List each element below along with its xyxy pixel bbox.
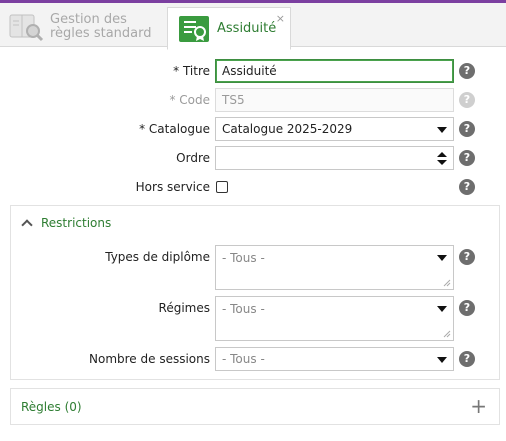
types-diplome-select[interactable]: - Tous -	[215, 245, 454, 290]
resize-handle-icon[interactable]	[443, 330, 451, 338]
regles-panel[interactable]: Règles (0) +	[10, 388, 500, 425]
tab-gestion-label-line1: Gestion des	[50, 12, 127, 27]
nombre-sessions-select[interactable]: - Tous -	[215, 347, 454, 371]
regles-header[interactable]: Règles (0)	[11, 389, 499, 424]
nombre-sessions-row: Nombre de sessions - Tous - ?	[0, 347, 506, 371]
regimes-value: - Tous -	[222, 302, 265, 316]
titre-input[interactable]: Assiduité	[215, 59, 454, 83]
tab-gestion-label: Gestion des règles standard	[50, 13, 152, 41]
book-search-icon	[9, 14, 44, 42]
ordre-number-input[interactable]	[215, 146, 454, 170]
add-icon[interactable]: +	[470, 396, 487, 416]
nombre-sessions-label: Nombre de sessions	[89, 352, 210, 366]
types-diplome-row: Types de diplôme - Tous - ?	[0, 245, 506, 290]
help-icon[interactable]: ?	[459, 179, 475, 195]
help-icon[interactable]: ?	[459, 300, 475, 316]
chevron-down-icon	[437, 357, 447, 363]
catalogue-row: * Catalogue Catalogue 2025-2029 ?	[0, 117, 506, 141]
titre-label: * Titre	[173, 64, 210, 78]
close-icon[interactable]: ×	[276, 12, 285, 25]
hors-service-label: Hors service	[135, 180, 210, 194]
hors-service-checkbox[interactable]	[216, 181, 228, 193]
chevron-up-icon	[21, 219, 33, 231]
catalogue-value: Catalogue 2025-2029	[222, 122, 353, 136]
catalogue-select[interactable]: Catalogue 2025-2029	[215, 117, 454, 141]
spin-up-icon[interactable]	[437, 152, 447, 157]
list-badge-icon	[179, 15, 209, 42]
nombre-sessions-value: - Tous -	[222, 352, 265, 366]
regimes-label: Régimes	[158, 301, 210, 315]
hors-service-row: Hors service ?	[0, 175, 506, 199]
code-row: * Code TS5 ?	[0, 88, 506, 112]
help-icon[interactable]: ?	[459, 63, 475, 79]
code-label: * Code	[169, 93, 210, 107]
code-input: TS5	[215, 88, 454, 112]
help-icon: ?	[459, 92, 475, 108]
tab-assiduite-label: Assiduité	[217, 21, 277, 36]
chevron-down-icon	[437, 306, 447, 312]
regimes-select[interactable]: - Tous -	[215, 296, 454, 341]
help-icon[interactable]: ?	[459, 351, 475, 367]
help-icon[interactable]: ?	[459, 121, 475, 137]
tab-assiduite[interactable]: Assiduité ×	[167, 7, 291, 50]
ordre-label: Ordre	[176, 151, 210, 165]
restrictions-header[interactable]: Restrictions	[11, 206, 499, 239]
types-diplome-label: Types de diplôme	[105, 250, 210, 264]
spin-down-icon[interactable]	[437, 160, 447, 165]
catalogue-label: * Catalogue	[139, 122, 210, 136]
ordre-row: Ordre ?	[0, 146, 506, 170]
resize-handle-icon[interactable]	[443, 279, 451, 287]
regles-title: Règles (0)	[21, 399, 82, 414]
regimes-row: Régimes - Tous - ?	[0, 296, 506, 341]
types-diplome-value: - Tous -	[222, 251, 265, 265]
titre-row: * Titre Assiduité ?	[0, 59, 506, 83]
chevron-down-icon	[437, 255, 447, 261]
help-icon[interactable]: ?	[459, 249, 475, 265]
help-icon[interactable]: ?	[459, 150, 475, 166]
chevron-down-icon	[437, 127, 447, 133]
tab-bar: Gestion des règles standard Assiduité ×	[0, 3, 506, 50]
tab-gestion-label-line2: règles standard	[50, 26, 152, 41]
restrictions-title: Restrictions	[41, 215, 112, 230]
tab-gestion-regles[interactable]: Gestion des règles standard	[8, 6, 164, 48]
